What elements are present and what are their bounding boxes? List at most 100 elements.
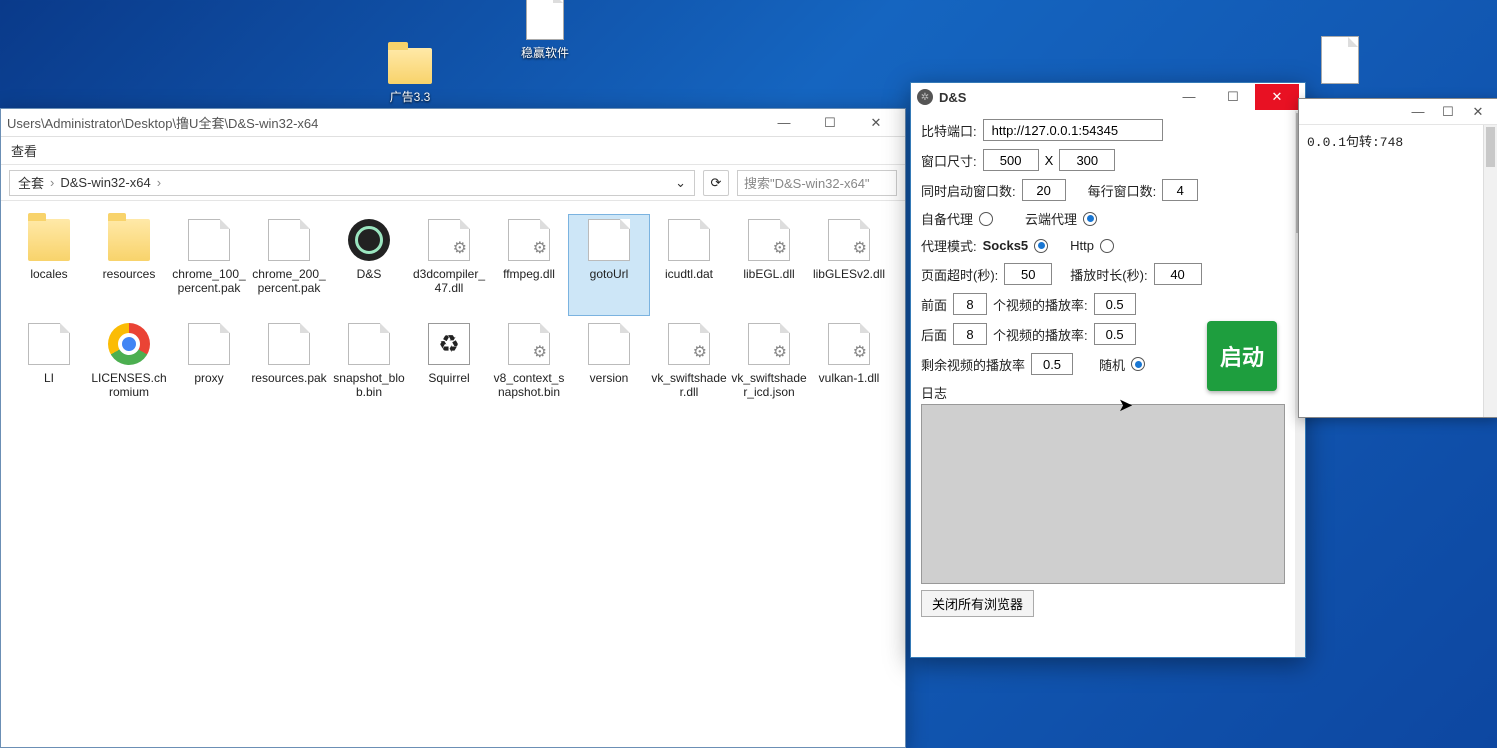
file-item[interactable]: ♻ Squirrel <box>409 319 489 419</box>
file-item[interactable]: vulkan-1.dll <box>809 319 889 419</box>
file-item[interactable]: snapshot_blob.bin <box>329 319 409 419</box>
ds-title: D&S <box>939 90 1167 105</box>
desktop-icon[interactable] <box>1300 36 1380 88</box>
start-button[interactable]: 启动 <box>1207 321 1277 391</box>
dll-file-icon <box>748 219 790 261</box>
breadcrumb-item[interactable]: 全套 <box>18 173 44 192</box>
desktop-icon-label: 稳赢软件 <box>505 44 585 61</box>
x-separator: X <box>1045 153 1054 168</box>
log-textarea[interactable] <box>921 404 1285 584</box>
maximize-button[interactable]: ☐ <box>1211 84 1255 110</box>
close-button[interactable]: ✕ <box>853 110 899 136</box>
random-radio[interactable] <box>1131 357 1145 371</box>
label-front: 前面 <box>921 295 947 314</box>
squirrel-icon: ♻ <box>428 323 470 365</box>
file-name: vk_swiftshader.dll <box>649 371 729 400</box>
file-item[interactable]: resources.pak <box>249 319 329 419</box>
file-item[interactable]: icudtl.dat <box>649 215 729 315</box>
file-item[interactable]: LI <box>9 319 89 419</box>
front-rate-input[interactable] <box>1094 293 1136 315</box>
file-item[interactable]: chrome_200_percent.pak <box>249 215 329 315</box>
dll-file-icon <box>508 323 550 365</box>
selfproxy-radio[interactable] <box>979 212 993 226</box>
perrow-input[interactable] <box>1162 179 1198 201</box>
height-input[interactable] <box>1059 149 1115 171</box>
file-name: ffmpeg.dll <box>489 267 569 281</box>
file-item[interactable]: LICENSES.chromium <box>89 319 169 419</box>
file-icon <box>268 323 310 365</box>
port-input[interactable] <box>983 119 1163 141</box>
maximize-button[interactable]: ☐ <box>1433 104 1463 120</box>
file-item[interactable]: chrome_100_percent.pak <box>169 215 249 315</box>
label-startcount: 同时启动窗口数: <box>921 181 1016 200</box>
pagetimeout-input[interactable] <box>1004 263 1052 285</box>
file-item[interactable]: locales <box>9 215 89 315</box>
scrollbar-thumb[interactable] <box>1486 127 1495 167</box>
file-name: resources.pak <box>249 371 329 385</box>
file-item[interactable]: vk_swiftshader.dll <box>649 319 729 419</box>
breadcrumb[interactable]: 全套 › D&S-win32-x64 › ⌄ <box>9 170 695 196</box>
startcount-input[interactable] <box>1022 179 1066 201</box>
ds-titlebar[interactable]: D&S — ☐ ✕ <box>911 83 1305 111</box>
file-name: vulkan-1.dll <box>809 371 889 385</box>
file-name: Squirrel <box>409 371 489 385</box>
file-name: icudtl.dat <box>649 267 729 281</box>
file-item[interactable]: libGLESv2.dll <box>809 215 889 315</box>
chevron-down-icon[interactable]: ⌄ <box>675 175 686 191</box>
width-input[interactable] <box>983 149 1039 171</box>
file-icon <box>588 219 630 261</box>
file-item[interactable]: gotoUrl <box>569 215 649 315</box>
explorer-titlebar[interactable]: Users\Administrator\Desktop\撸U全套\D&S-win… <box>1 109 905 137</box>
label-proxymode: 代理模式: <box>921 236 977 255</box>
file-name: proxy <box>169 371 249 385</box>
file-item[interactable]: vk_swiftshader_icd.json <box>729 319 809 419</box>
file-name: libEGL.dll <box>729 267 809 281</box>
http-radio[interactable] <box>1100 239 1114 253</box>
notepad-titlebar[interactable]: — ☐ ✕ <box>1299 99 1497 125</box>
back-n-input[interactable] <box>953 323 987 345</box>
desktop-icon[interactable]: 稳赢软件 <box>505 0 585 61</box>
close-button[interactable]: ✕ <box>1255 84 1299 110</box>
minimize-button[interactable]: — <box>761 110 807 136</box>
minimize-button[interactable]: — <box>1167 84 1211 110</box>
file-item[interactable]: resources <box>89 215 169 315</box>
file-item[interactable]: proxy <box>169 319 249 419</box>
ds-window: D&S — ☐ ✕ 比特端口: 窗口尺寸: X 同时启动窗口数: 每行窗口数: … <box>910 82 1306 658</box>
remain-rate-input[interactable] <box>1031 353 1073 375</box>
file-name: d3dcompiler_47.dll <box>409 267 489 296</box>
search-input[interactable]: 搜索"D&S-win32-x64" <box>737 170 897 196</box>
refresh-button[interactable]: ⟳ <box>703 170 729 196</box>
minimize-button[interactable]: — <box>1403 104 1433 119</box>
file-item[interactable]: d3dcompiler_47.dll <box>409 215 489 315</box>
close-all-browsers-button[interactable]: 关闭所有浏览器 <box>921 590 1034 617</box>
close-button[interactable]: ✕ <box>1463 104 1493 120</box>
explorer-navbar: 全套 › D&S-win32-x64 › ⌄ ⟳ 搜索"D&S-win32-x6… <box>1 165 905 201</box>
label-selfproxy: 自备代理 <box>921 209 973 228</box>
scrollbar[interactable] <box>1483 125 1497 417</box>
file-item[interactable]: version <box>569 319 649 419</box>
front-n-input[interactable] <box>953 293 987 315</box>
file-item[interactable]: libEGL.dll <box>729 215 809 315</box>
explorer-menubar[interactable]: 查看 <box>1 137 905 165</box>
file-name: snapshot_blob.bin <box>329 371 409 400</box>
file-icon <box>348 323 390 365</box>
maximize-button[interactable]: ☐ <box>807 110 853 136</box>
search-placeholder: 搜索"D&S-win32-x64" <box>744 173 870 192</box>
file-item[interactable]: D&S <box>329 215 409 315</box>
cloudproxy-radio[interactable] <box>1083 212 1097 226</box>
file-name: version <box>569 371 649 385</box>
chevron-right-icon: › <box>50 175 54 190</box>
file-name: chrome_200_percent.pak <box>249 267 329 296</box>
file-grid: localesresourceschrome_100_percent.pakch… <box>1 201 905 433</box>
breadcrumb-item[interactable]: D&S-win32-x64 <box>60 175 150 190</box>
desktop-icon[interactable]: 广告3.3 <box>370 42 450 105</box>
menu-view[interactable]: 查看 <box>11 144 37 159</box>
label-back: 后面 <box>921 325 947 344</box>
socks5-radio[interactable] <box>1034 239 1048 253</box>
back-rate-input[interactable] <box>1094 323 1136 345</box>
playtime-input[interactable] <box>1154 263 1202 285</box>
notepad-content[interactable]: 0.0.1句转:748 <box>1299 125 1497 156</box>
file-item[interactable]: v8_context_snapshot.bin <box>489 319 569 419</box>
chevron-right-icon: › <box>157 175 161 190</box>
file-item[interactable]: ffmpeg.dll <box>489 215 569 315</box>
